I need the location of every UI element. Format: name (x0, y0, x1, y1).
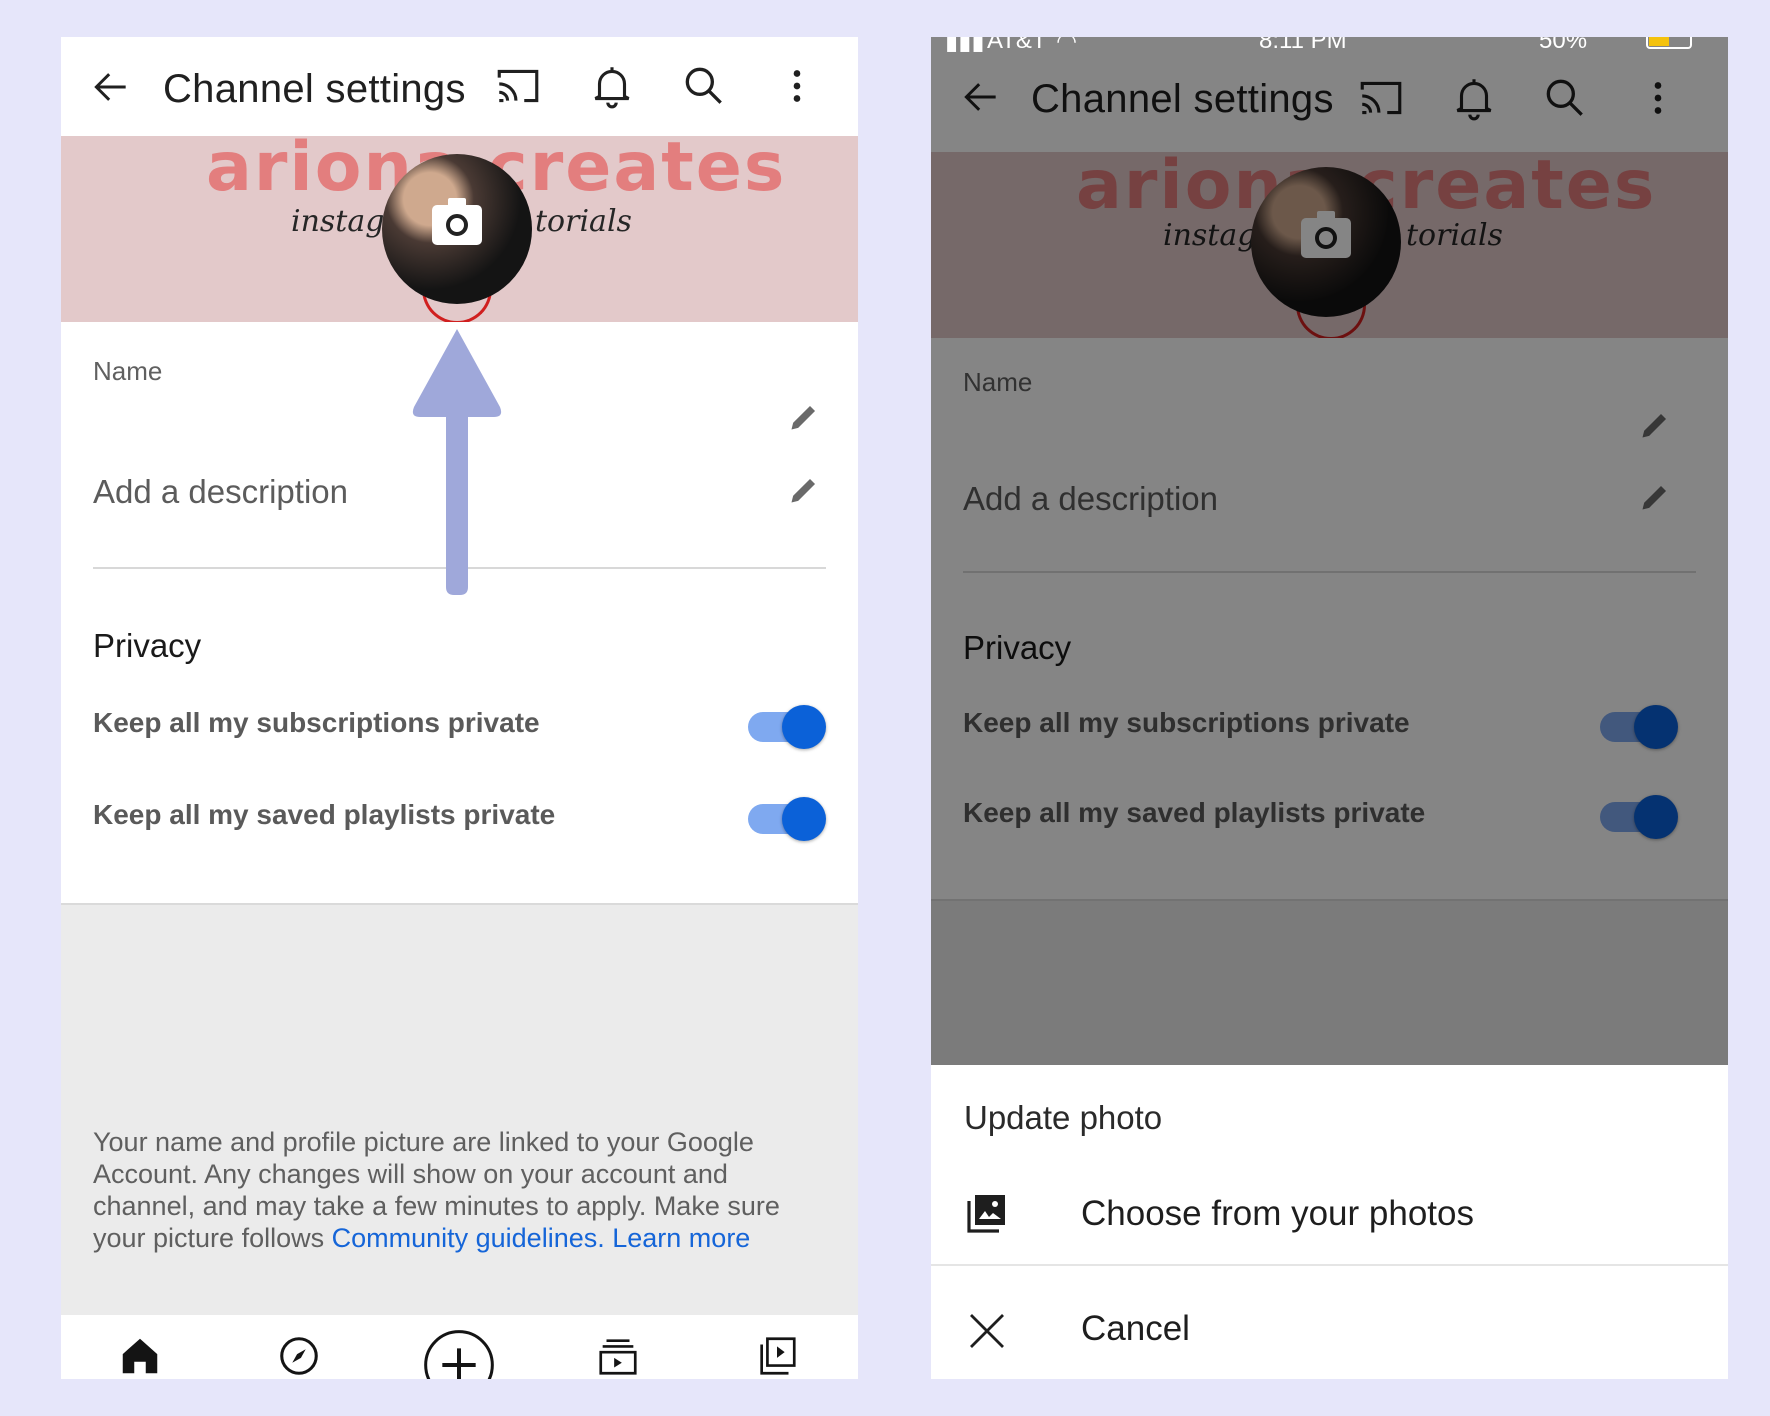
time: 8:11 PM (1259, 37, 1347, 54)
info-area (61, 903, 858, 1317)
sheet-divider (931, 1264, 1728, 1266)
create-icon[interactable] (419, 1325, 499, 1379)
subscriptions-private-toggle[interactable] (748, 705, 826, 749)
sheet-title: Update photo (964, 1099, 1163, 1136)
update-photo-sheet: Update photo Choose from your photos Can… (931, 1065, 1728, 1379)
signal-icon: ▮▮▮ (945, 37, 985, 55)
page-title: Channel settings (163, 67, 466, 111)
edit-description-pencil-icon[interactable] (786, 472, 822, 508)
battery-icon (1646, 37, 1692, 49)
bell-icon[interactable] (587, 61, 637, 111)
description-field[interactable]: Add a description (93, 473, 348, 511)
cast-icon[interactable] (493, 61, 543, 111)
left-phone-screen: Channel settings ariona creates instagr … (61, 37, 858, 1379)
more-vert-icon[interactable] (772, 61, 822, 111)
channel-banner: ariona creates instagr torials (61, 136, 858, 322)
camera-icon[interactable] (432, 198, 482, 245)
status-bar: ▮▮▮ AT&T ◠ 8:11 PM 50% (931, 37, 1728, 55)
playlists-private-toggle[interactable] (748, 797, 826, 841)
close-icon (970, 1314, 1004, 1348)
community-guidelines-link[interactable]: Community guidelines. (332, 1223, 605, 1253)
carrier: AT&T (987, 37, 1047, 54)
photos-icon (967, 1195, 1005, 1233)
playlists-private-label: Keep all my saved playlists private (93, 799, 556, 830)
annotation-arrow (412, 329, 502, 595)
privacy-heading: Privacy (93, 627, 202, 664)
back-arrow-icon[interactable] (89, 65, 133, 109)
search-icon[interactable] (679, 61, 729, 111)
wifi-icon: ◠ (1056, 37, 1077, 55)
modal-scrim[interactable] (931, 37, 1728, 1065)
right-phone-screen: Channel settings ariona creates instagr … (931, 37, 1728, 1379)
choose-from-photos-label: Choose from your photos (1081, 1194, 1474, 1233)
cancel-label: Cancel (1081, 1309, 1190, 1348)
library-icon[interactable] (754, 1333, 800, 1379)
banner-subtitle-right: torials (535, 204, 632, 239)
bottom-navigation (61, 1315, 858, 1379)
learn-more-link[interactable]: Learn more (612, 1223, 750, 1253)
name-label: Name (93, 356, 163, 386)
subscriptions-icon[interactable] (595, 1333, 641, 1379)
explore-icon[interactable] (276, 1333, 322, 1379)
edit-name-pencil-icon[interactable] (786, 399, 822, 435)
app-bar: Channel settings (61, 37, 858, 136)
subscriptions-private-label: Keep all my subscriptions private (93, 707, 540, 738)
home-icon[interactable] (117, 1333, 163, 1379)
account-info-text: Your name and profile picture are linked… (93, 1126, 808, 1254)
battery-percent: 50% (1539, 37, 1588, 54)
